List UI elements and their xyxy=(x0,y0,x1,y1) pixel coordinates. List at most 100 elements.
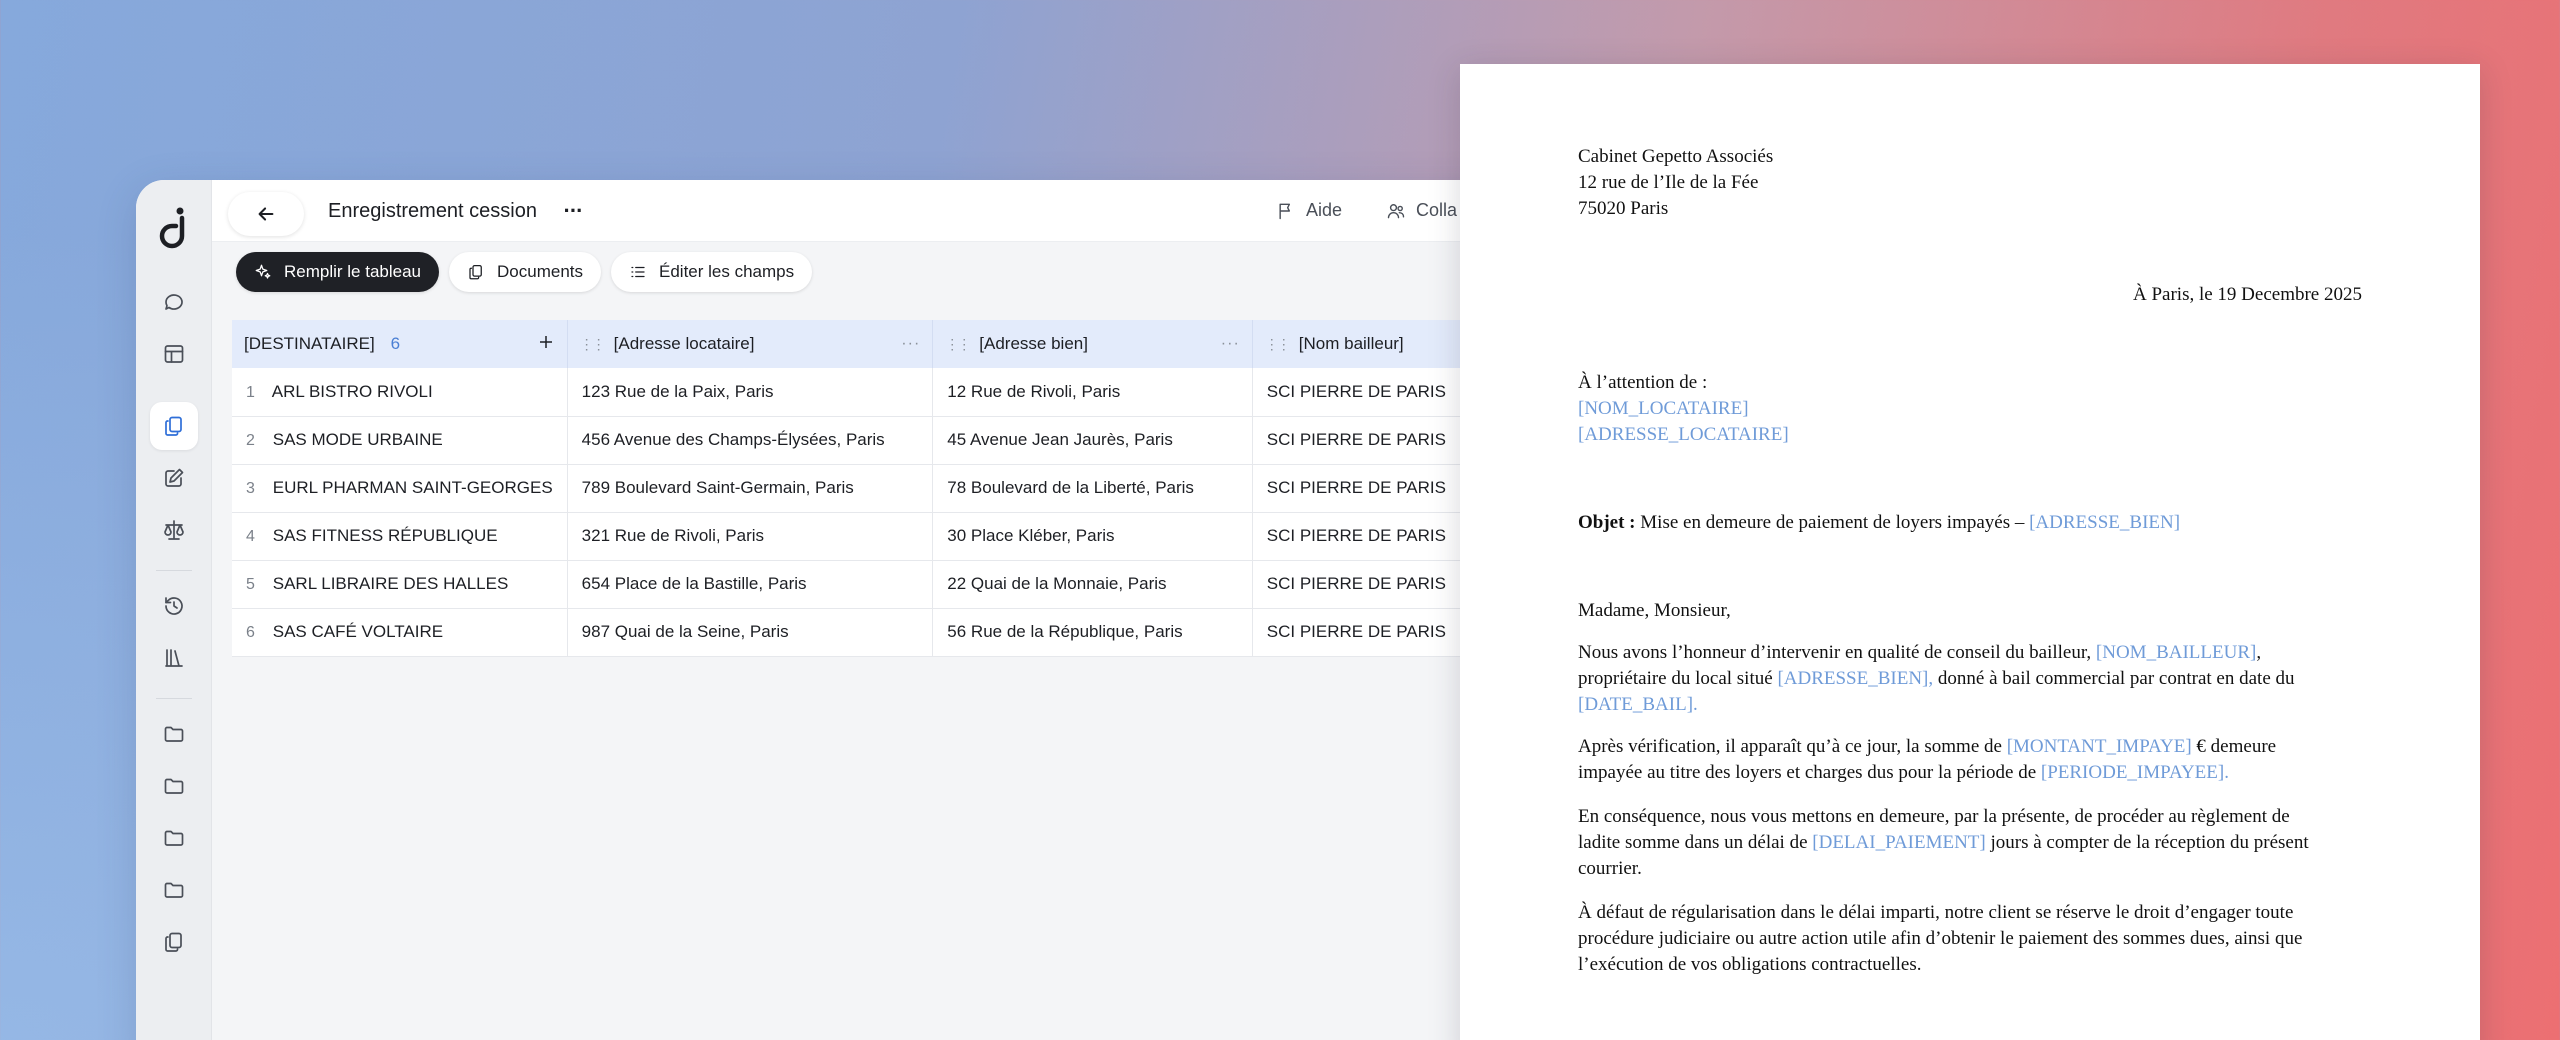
column-header-label: [DESTINATAIRE] xyxy=(244,334,375,353)
cell-text: SAS FITNESS RÉPUBLIQUE xyxy=(272,526,498,545)
column-header-adresse-bien[interactable]: ⋮⋮ [Adresse bien] ··· xyxy=(932,320,1253,368)
app-logo[interactable] xyxy=(156,206,192,250)
placeholder-nom-locataire[interactable]: [NOM_LOCATAIRE] xyxy=(1578,396,2358,422)
object-line: Objet : Mise en demeure de paiement de l… xyxy=(1578,510,2358,536)
paragraph-text: procédure judiciaire ou autre action uti… xyxy=(1578,928,2303,949)
folder-icon[interactable] xyxy=(150,814,198,862)
cell-adresse-locataire[interactable]: 123 Rue de la Paix, Paris xyxy=(567,368,934,417)
paragraph-text: , xyxy=(2256,642,2262,663)
row-number: 2 xyxy=(246,432,255,449)
folder-icon[interactable] xyxy=(150,866,198,914)
placeholder-adresse-bien[interactable]: [ADRESSE_BIEN], xyxy=(1777,668,1933,689)
placeholder-adresse-bien[interactable]: [ADRESSE_BIEN] xyxy=(2029,512,2180,533)
fill-table-button[interactable]: Remplir le tableau xyxy=(236,252,440,292)
recipient-block: À l’attention de : [NOM_LOCATAIRE] [ADRE… xyxy=(1578,370,2358,448)
cell-adresse-bien[interactable]: 78 Boulevard de la Liberté, Paris xyxy=(932,464,1253,513)
collaborators-button[interactable]: Colla xyxy=(1386,200,1457,221)
cell-text: SARL LIBRAIRE DES HALLES xyxy=(272,574,509,593)
column-header-destinataire[interactable]: [DESTINATAIRE] 6 xyxy=(232,320,568,368)
cell-destinataire[interactable]: 5 SARL LIBRAIRE DES HALLES xyxy=(232,560,568,609)
row-number: 3 xyxy=(246,480,255,497)
add-column-button[interactable] xyxy=(537,333,555,356)
table-row[interactable]: 5 SARL LIBRAIRE DES HALLES 654 Place de … xyxy=(232,560,1533,609)
collaborators-label: Colla xyxy=(1416,200,1458,220)
drag-handle-icon[interactable]: ⋮⋮ xyxy=(945,336,971,353)
edit-fields-label: Éditer les champs xyxy=(659,262,795,281)
sender-line: 12 rue de l’Ile de la Fée xyxy=(1578,172,1759,193)
help-button[interactable]: Aide xyxy=(1276,200,1342,221)
paragraph-text: ladite somme dans un délai de xyxy=(1578,832,1813,853)
cell-adresse-locataire[interactable]: 789 Boulevard Saint-Germain, Paris xyxy=(567,464,934,513)
paragraph-3: En conséquence, nous vous mettons en dem… xyxy=(1578,804,2358,882)
documents-button[interactable]: Documents xyxy=(449,252,601,292)
cell-destinataire[interactable]: 3 EURL PHARMAN SAINT-GEORGES xyxy=(232,464,568,513)
table-row[interactable]: 4 SAS FITNESS RÉPUBLIQUE 321 Rue de Rivo… xyxy=(232,512,1533,561)
drag-handle-icon[interactable]: ⋮⋮ xyxy=(580,336,606,353)
cell-adresse-bien[interactable]: 12 Rue de Rivoli, Paris xyxy=(932,368,1253,417)
row-count-badge: 6 xyxy=(390,334,401,353)
users-icon xyxy=(1387,203,1405,218)
table-row[interactable]: 1 ARL BISTRO RIVOLI 123 Rue de la Paix, … xyxy=(232,368,1533,417)
cell-adresse-locataire[interactable]: 987 Quai de la Seine, Paris xyxy=(567,608,934,657)
edit-icon[interactable] xyxy=(150,454,198,502)
folder-icon[interactable] xyxy=(150,710,198,758)
placeholder-date-bail[interactable]: [DATE_BAIL]. xyxy=(1578,692,2358,718)
sidebar xyxy=(136,180,212,1040)
cell-adresse-bien[interactable]: 22 Quai de la Monnaie, Paris xyxy=(932,560,1253,609)
sparkles-icon xyxy=(255,264,271,279)
edit-fields-button[interactable]: Éditer les champs xyxy=(611,252,813,292)
row-number: 6 xyxy=(246,624,255,641)
cell-text: SAS CAFÉ VOLTAIRE xyxy=(272,622,444,641)
library-icon[interactable] xyxy=(150,634,198,682)
scale-icon[interactable] xyxy=(150,506,198,554)
cell-adresse-bien[interactable]: 30 Place Kléber, Paris xyxy=(932,512,1253,561)
table-row[interactable]: 3 EURL PHARMAN SAINT-GEORGES 789 Bouleva… xyxy=(232,464,1533,513)
more-options-button[interactable]: ··· xyxy=(560,198,586,224)
attention-line: À l’attention de : xyxy=(1578,372,1708,393)
chat-icon[interactable] xyxy=(150,278,198,326)
cell-adresse-locataire[interactable]: 654 Place de la Bastille, Paris xyxy=(567,560,934,609)
table-row[interactable]: 6 SAS CAFÉ VOLTAIRE 987 Quai de la Seine… xyxy=(232,608,1533,657)
object-text: Mise en demeure de paiement de loyers im… xyxy=(1635,512,2030,533)
placeholder-periode-impayee[interactable]: [PERIODE_IMPAYEE]. xyxy=(2041,762,2229,783)
paragraph-2: Après vérification, il apparaît qu’à ce … xyxy=(1578,734,2358,786)
placeholder-delai-paiement[interactable]: [DELAI_PAIEMENT] xyxy=(1812,832,1985,853)
placeholder-adresse-locataire[interactable]: [ADRESSE_LOCATAIRE] xyxy=(1578,422,2358,448)
column-menu-button[interactable]: ··· xyxy=(901,335,920,353)
paragraph-text: jours à compter de la réception du prése… xyxy=(1985,832,2309,853)
column-header-label: [Nom bailleur] xyxy=(1298,334,1404,353)
paragraph-text: En conséquence, nous vous mettons en dem… xyxy=(1578,806,2290,827)
paragraph-4: À défaut de régularisation dans le délai… xyxy=(1578,900,2358,978)
documents-icon[interactable] xyxy=(150,402,198,450)
paragraph-text: € demeure xyxy=(2191,736,2277,757)
cell-adresse-locataire[interactable]: 456 Avenue des Champs-Élysées, Paris xyxy=(567,416,934,465)
object-label: Objet : xyxy=(1578,512,1636,533)
cell-adresse-locataire[interactable]: 321 Rue de Rivoli, Paris xyxy=(567,512,934,561)
back-button[interactable] xyxy=(228,192,304,236)
row-number: 5 xyxy=(246,576,255,593)
table-icon[interactable] xyxy=(150,330,198,378)
paragraph-text: À défaut de régularisation dans le délai… xyxy=(1578,902,2294,923)
folder-icon[interactable] xyxy=(150,762,198,810)
cell-destinataire[interactable]: 1 ARL BISTRO RIVOLI xyxy=(232,368,568,417)
column-menu-button[interactable]: ··· xyxy=(1221,335,1240,353)
sender-address: Cabinet Gepetto Associés 12 rue de l’Ile… xyxy=(1578,144,2358,222)
placeholder-montant-impaye[interactable]: [MONTANT_IMPAYE] xyxy=(2007,736,2192,757)
table-row[interactable]: 2 SAS MODE URBAINE 456 Avenue des Champs… xyxy=(232,416,1533,465)
cell-adresse-bien[interactable]: 45 Avenue Jean Jaurès, Paris xyxy=(932,416,1253,465)
paragraph-text: Nous avons l’honneur d’intervenir en qua… xyxy=(1578,642,2096,663)
column-header-adresse-locataire[interactable]: ⋮⋮ [Adresse locataire] ··· xyxy=(567,320,934,368)
history-icon[interactable] xyxy=(150,582,198,630)
cell-adresse-bien[interactable]: 56 Rue de la République, Paris xyxy=(932,608,1253,657)
drag-handle-icon[interactable]: ⋮⋮ xyxy=(1265,336,1291,353)
arrow-left-icon xyxy=(258,207,274,221)
sender-line: 75020 Paris xyxy=(1578,198,1669,219)
cell-destinataire[interactable]: 2 SAS MODE URBAINE xyxy=(232,416,568,465)
cell-destinataire[interactable]: 6 SAS CAFÉ VOLTAIRE xyxy=(232,608,568,657)
cell-destinataire[interactable]: 4 SAS FITNESS RÉPUBLIQUE xyxy=(232,512,568,561)
sidebar-divider xyxy=(156,570,192,571)
document-preview: Cabinet Gepetto Associés 12 rue de l’Ile… xyxy=(1460,64,2480,1040)
documents-label: Documents xyxy=(497,262,583,281)
placeholder-nom-bailleur[interactable]: [NOM_BAILLEUR] xyxy=(2096,642,2256,663)
documents-icon[interactable] xyxy=(150,918,198,966)
